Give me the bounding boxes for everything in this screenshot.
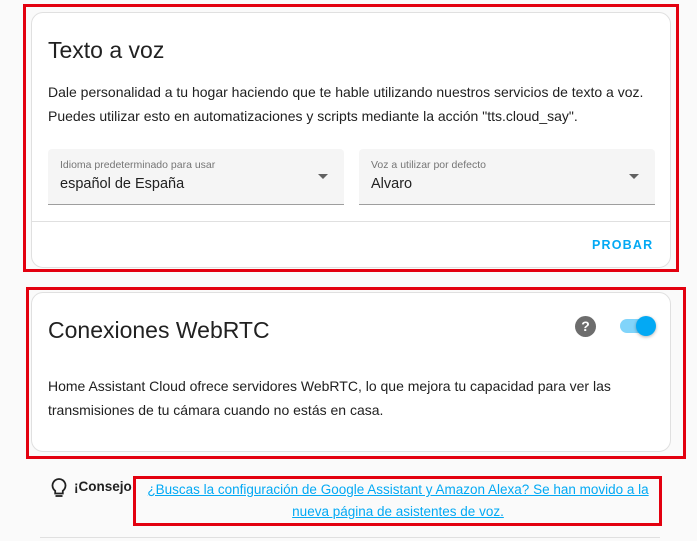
lightbulb-outline-icon bbox=[51, 478, 67, 497]
highlight-box-webrtc bbox=[26, 287, 686, 459]
highlight-box-tts bbox=[23, 4, 679, 272]
bottom-divider bbox=[40, 537, 660, 538]
highlight-box-tip bbox=[133, 476, 662, 526]
tip-label: ¡Consejo! bbox=[74, 479, 137, 494]
